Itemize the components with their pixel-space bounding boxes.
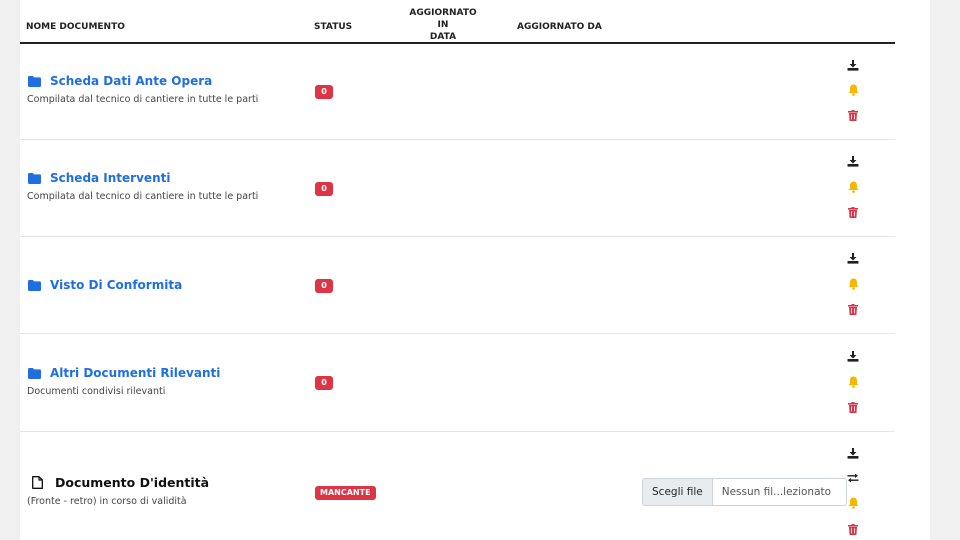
notify-button[interactable] <box>846 83 860 97</box>
notify-button[interactable] <box>846 496 860 510</box>
status-badge: MANCANTE <box>315 486 376 500</box>
folder-icon <box>28 75 41 87</box>
bell-icon <box>848 497 858 509</box>
folder-icon <box>28 367 41 379</box>
folder-icon <box>28 279 41 291</box>
download-button[interactable] <box>846 251 860 265</box>
trash-icon <box>848 206 858 218</box>
table-row: Visto Di Conformita 0 <box>20 237 895 334</box>
download-button[interactable] <box>846 349 860 363</box>
table-row: Altri Documenti Rilevanti Documenti cond… <box>20 334 895 432</box>
bell-icon <box>848 181 858 193</box>
bell-icon <box>848 376 858 388</box>
download-icon <box>847 155 859 167</box>
table-row: Scheda Dati Ante Opera Compilata dal tec… <box>20 43 895 140</box>
document-title-row: Documento D'identità <box>28 475 209 490</box>
folder-icon <box>28 172 41 184</box>
download-icon <box>847 447 859 459</box>
bell-icon <box>848 84 858 96</box>
replace-button[interactable] <box>846 471 860 485</box>
document-link[interactable]: Altri Documenti Rilevanti <box>28 366 220 380</box>
status-badge: 0 <box>315 376 333 390</box>
document-subtitle: (Fronte - retro) in corso di validità <box>27 496 187 507</box>
header-name: NOME DOCUMENTO <box>26 22 125 32</box>
delete-button[interactable] <box>846 400 860 414</box>
document-link[interactable]: Visto Di Conformita <box>28 278 182 292</box>
document-subtitle: Documenti condivisi rilevanti <box>27 386 166 397</box>
header-updated-by: AGGIORNATO DA <box>517 22 602 32</box>
bell-icon <box>848 278 858 290</box>
document-link[interactable]: Scheda Dati Ante Opera <box>28 74 212 88</box>
trash-icon <box>848 109 858 121</box>
notify-button[interactable] <box>846 375 860 389</box>
status-badge: 0 <box>315 182 333 196</box>
delete-button[interactable] <box>846 302 860 316</box>
status-badge: 0 <box>315 85 333 99</box>
table-row: Scheda Interventi Compilata dal tecnico … <box>20 140 895 237</box>
file-icon <box>32 476 43 489</box>
document-title: Altri Documenti Rilevanti <box>50 366 221 380</box>
trash-icon <box>848 401 858 413</box>
header-status: STATUS <box>314 22 353 32</box>
document-title: Visto Di Conformita <box>50 278 183 292</box>
delete-button[interactable] <box>846 522 860 536</box>
notify-button[interactable] <box>846 180 860 194</box>
document-title: Scheda Dati Ante Opera <box>50 74 213 88</box>
download-button[interactable] <box>846 446 860 460</box>
document-subtitle: Compilata dal tecnico di cantiere in tut… <box>27 94 259 105</box>
delete-button[interactable] <box>846 205 860 219</box>
delete-button[interactable] <box>846 108 860 122</box>
download-icon <box>847 350 859 362</box>
download-button[interactable] <box>846 58 860 72</box>
header-updated-on: AGGIORNATO IN DATA <box>409 8 477 42</box>
document-subtitle: Compilata dal tecnico di cantiere in tut… <box>27 191 259 202</box>
file-name-display: Nessun fil...lezionato <box>721 486 832 498</box>
table-row: Documento D'identità (Fronte - retro) in… <box>20 432 895 540</box>
file-upload-input[interactable]: Scegli file Nessun fil...lezionato <box>642 478 847 506</box>
trash-icon <box>848 523 858 535</box>
download-icon <box>847 59 859 71</box>
trash-icon <box>848 303 858 315</box>
table-header: NOME DOCUMENTO STATUS AGGIORNATO IN DATA… <box>20 0 895 44</box>
notify-button[interactable] <box>846 277 860 291</box>
exchange-icon <box>847 473 859 483</box>
status-badge: 0 <box>315 279 333 293</box>
document-title: Documento D'identità <box>55 475 210 490</box>
document-title: Scheda Interventi <box>50 171 171 185</box>
download-icon <box>847 252 859 264</box>
download-button[interactable] <box>846 154 860 168</box>
choose-file-button[interactable]: Scegli file <box>643 479 713 505</box>
document-link[interactable]: Scheda Interventi <box>28 171 170 185</box>
